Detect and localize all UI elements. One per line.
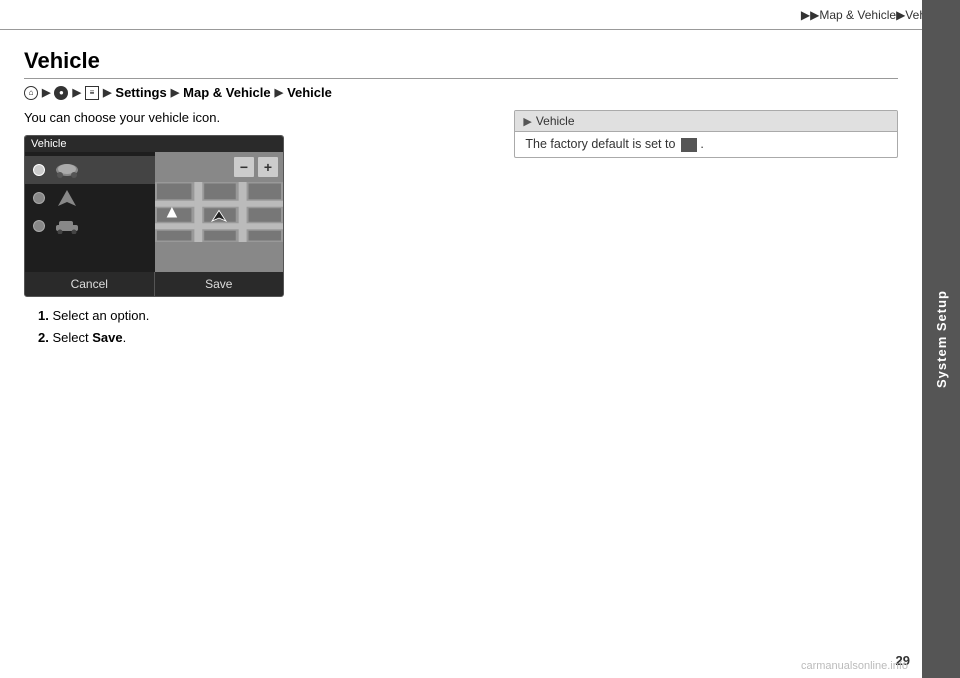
vehicle-ui-header: Vehicle [25, 136, 283, 152]
step-2-text: Select Save. [52, 330, 126, 345]
info-box-title: Vehicle [536, 114, 575, 128]
menu-icon: ≡ [85, 86, 99, 100]
step-2-number: 2. [38, 330, 49, 345]
vehicle-option-1[interactable] [25, 156, 155, 184]
content-columns: You can choose your vehicle icon. Vehicl… [24, 110, 898, 349]
radio-1[interactable] [33, 164, 45, 176]
vehicle-ui-mockup: Vehicle [24, 135, 284, 297]
intro-text: You can choose your vehicle icon. [24, 110, 484, 125]
right-sidebar: System Setup [922, 0, 960, 678]
steps-list: 1. Select an option. 2. Select Save. [38, 305, 484, 349]
save-button[interactable]: Save [155, 272, 284, 296]
map-controls: − + [233, 156, 279, 178]
default-vehicle-icon [681, 138, 697, 152]
info-box: ▶ Vehicle The factory default is set to … [514, 110, 898, 158]
radio-2[interactable] [33, 192, 45, 204]
zoom-out-button[interactable]: − [233, 156, 255, 178]
vehicle-option-2[interactable] [25, 184, 155, 212]
breadcrumb-settings: Settings [115, 85, 166, 100]
step-1: 1. Select an option. [38, 305, 484, 327]
direction-arrow: ▲ [163, 202, 181, 223]
sidebar-label: System Setup [934, 290, 949, 388]
info-body-text: The factory default is set to [525, 137, 675, 151]
breadcrumb: ⌂ ▶ ● ▶ ≡ ▶ Settings ▶ Map & Vehicle ▶ V… [24, 85, 898, 100]
info-box-body: The factory default is set to . [515, 132, 897, 157]
vehicle-icon-3 [53, 216, 81, 236]
left-column: You can choose your vehicle icon. Vehicl… [24, 110, 484, 349]
watermark: carmanualsonline.info [801, 660, 908, 672]
info-box-header: ▶ Vehicle [515, 111, 897, 132]
main-content: Vehicle ⌂ ▶ ● ▶ ≡ ▶ Settings ▶ Map & Veh… [0, 30, 922, 678]
vehicle-icon-2 [53, 188, 81, 208]
nav-icon: ● [54, 86, 68, 100]
step-1-text: Select an option. [52, 308, 149, 323]
vehicle-icon-1 [53, 160, 81, 180]
step-1-number: 1. [38, 308, 49, 323]
vehicle-ui-body: − + [25, 152, 283, 272]
info-icon: ▶ [523, 115, 531, 128]
right-column: ▶ Vehicle The factory default is set to … [514, 110, 898, 349]
breadcrumb-vehicle: Vehicle [287, 85, 332, 100]
vehicle-options-list [25, 152, 155, 272]
step-2: 2. Select Save. [38, 327, 484, 349]
zoom-in-button[interactable]: + [257, 156, 279, 178]
home-icon: ⌂ [24, 86, 38, 100]
info-body-suffix: . [700, 137, 703, 151]
radio-3[interactable] [33, 220, 45, 232]
breadcrumb-map-vehicle: Map & Vehicle [183, 85, 270, 100]
map-preview: − + [155, 152, 283, 272]
vehicle-ui-footer: Cancel Save [25, 272, 283, 296]
vehicle-option-3[interactable] [25, 212, 155, 240]
cancel-button[interactable]: Cancel [25, 272, 155, 296]
top-header: ▶▶Map & Vehicle▶Vehicle [0, 0, 960, 30]
page-title: Vehicle [24, 48, 898, 79]
